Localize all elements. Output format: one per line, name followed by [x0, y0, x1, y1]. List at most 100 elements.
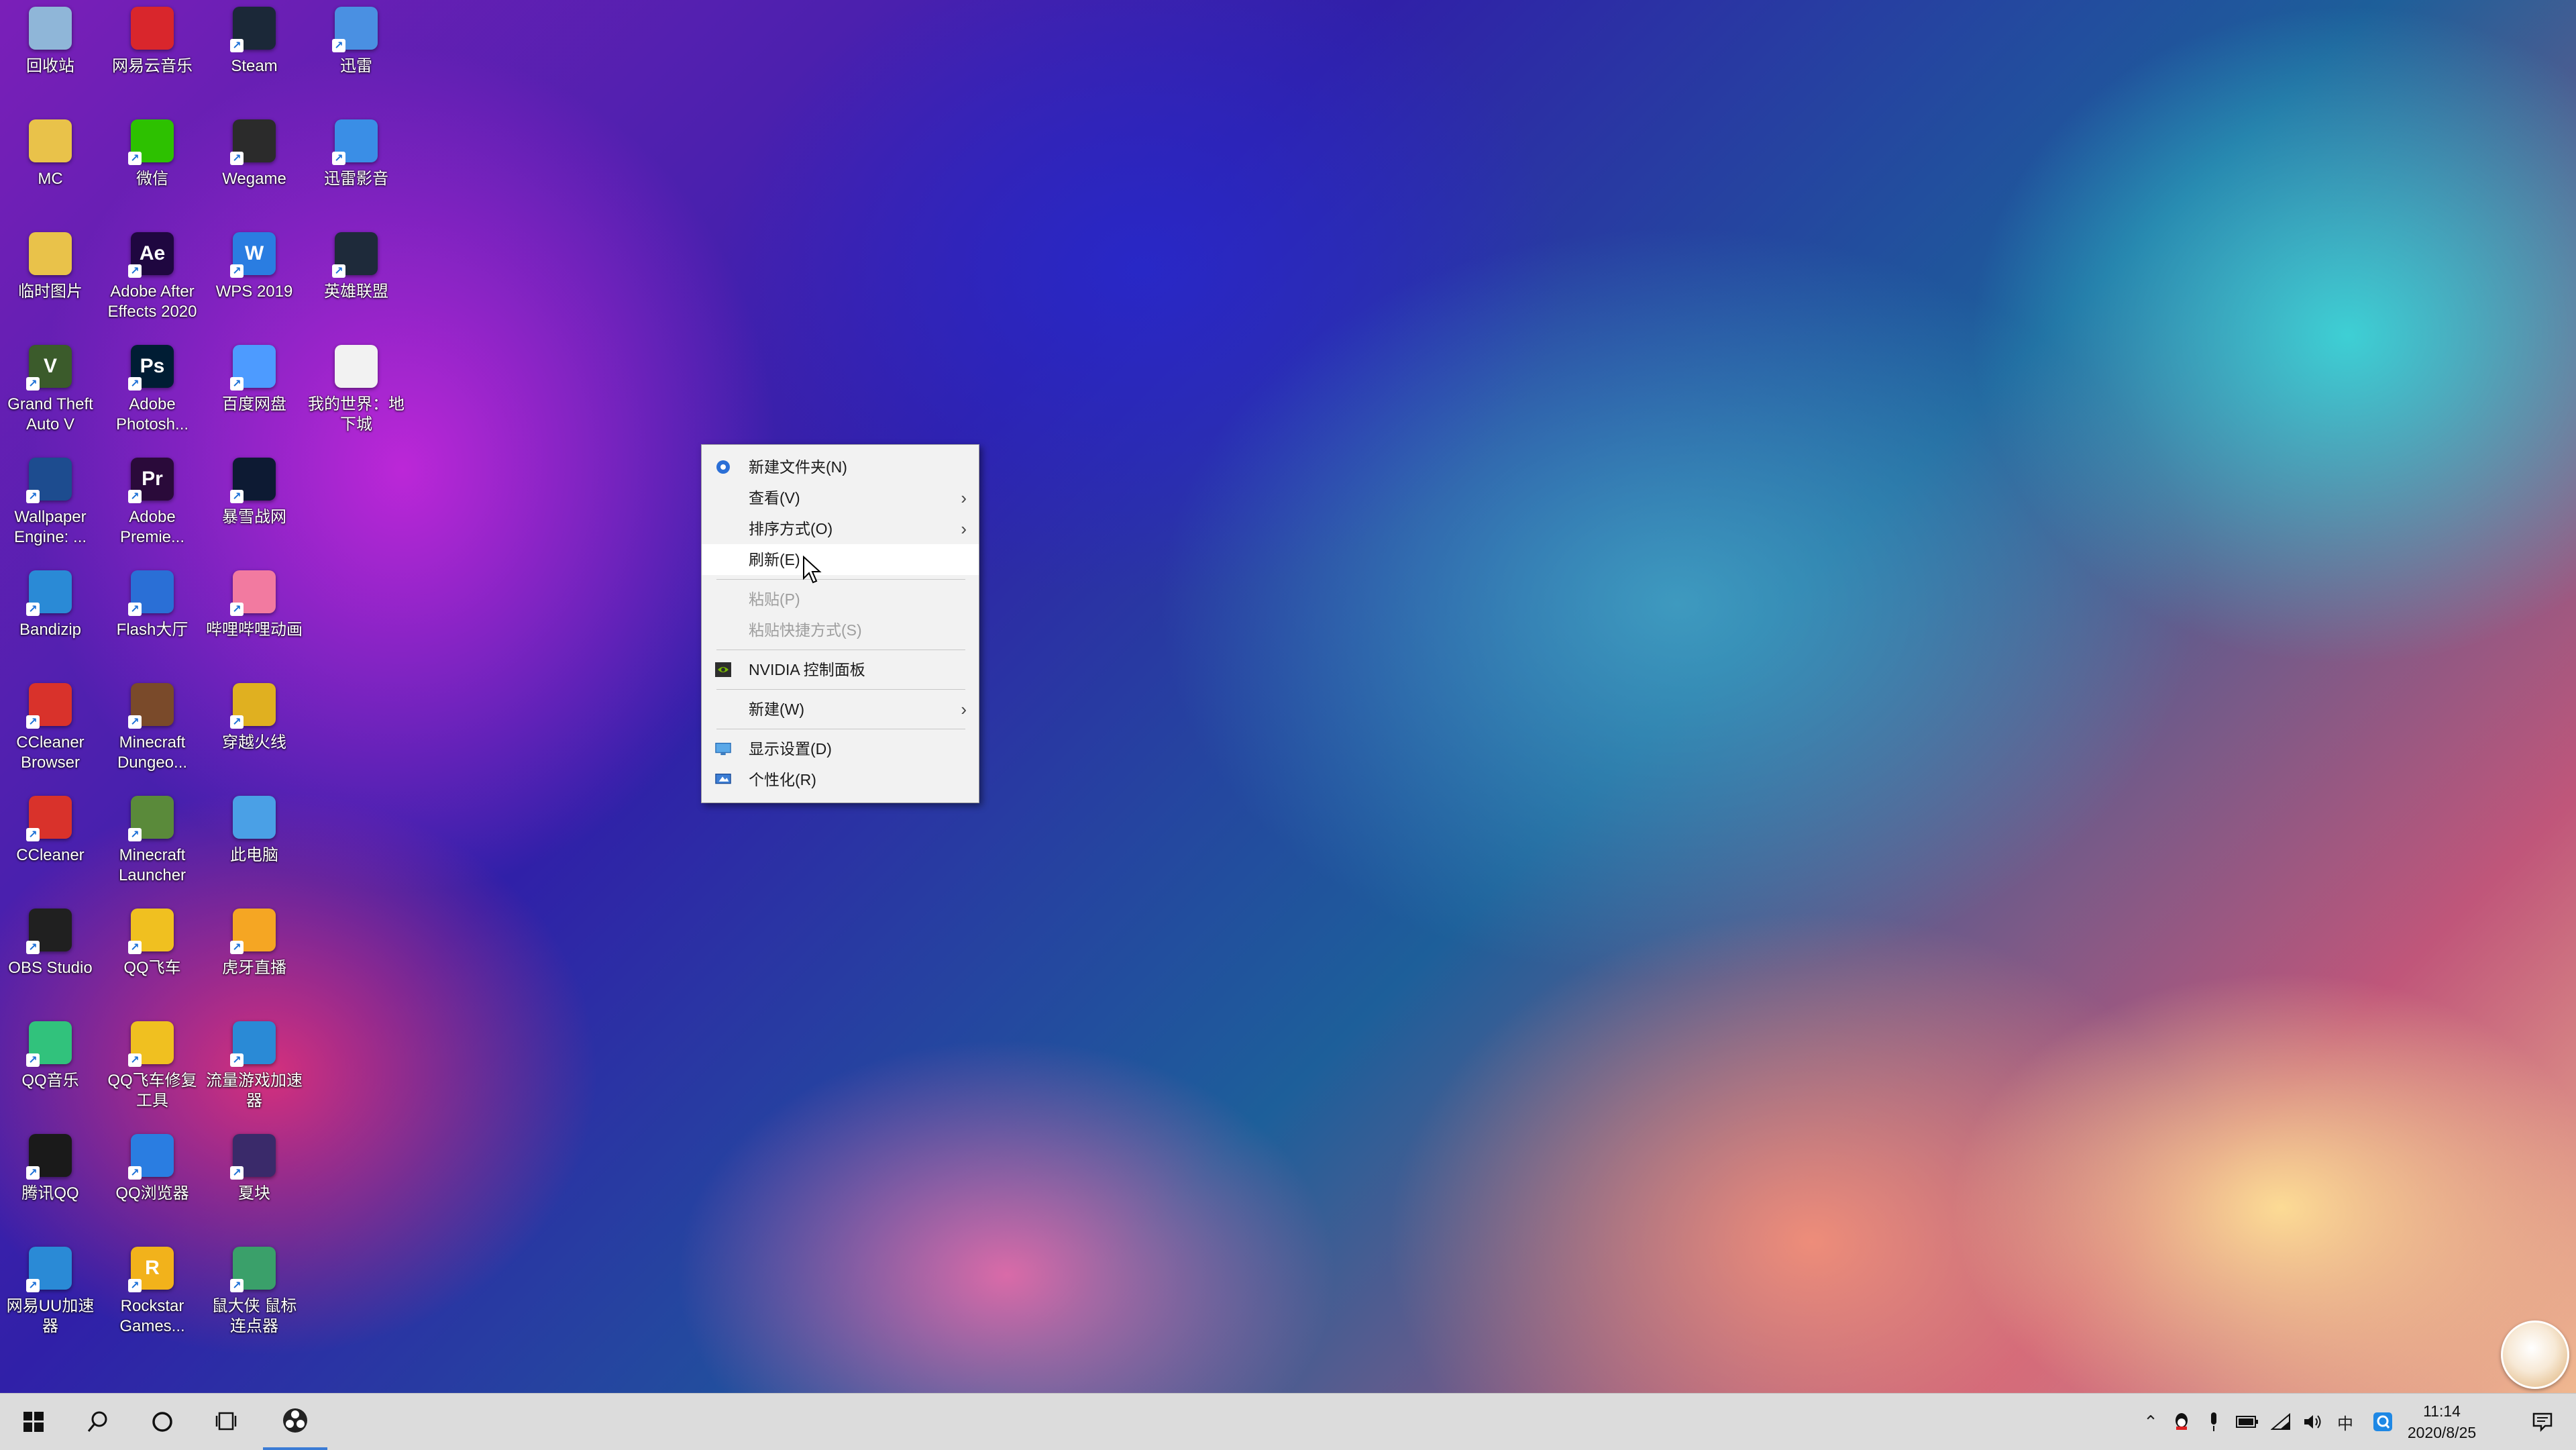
battery-icon[interactable]: [2233, 1394, 2262, 1450]
shortcut-arrow-icon: ↗: [230, 1053, 244, 1067]
desktop-icon[interactable]: ↗ QQ浏览器: [102, 1127, 203, 1240]
desktop-icon[interactable]: 回收站: [0, 0, 101, 113]
context-menu-item[interactable]: NVIDIA 控制面板: [702, 654, 979, 685]
desktop-icon[interactable]: ↗ 迅雷影音: [306, 113, 407, 225]
desktop-icon[interactable]: ↗ QQ飞车: [102, 902, 203, 1015]
shortcut-arrow-icon: ↗: [26, 1279, 40, 1292]
desktop-icon-label: 哔哩哔哩动画: [206, 621, 303, 639]
desktop-icon[interactable]: MC: [0, 113, 101, 225]
ime-icon[interactable]: 中: [2330, 1394, 2360, 1450]
desktop-icon-label: 百度网盘: [222, 395, 286, 413]
shortcut-arrow-icon: ↗: [230, 715, 244, 729]
shortcut-arrow-icon: ↗: [26, 1053, 40, 1067]
shortcut-arrow-icon: ↗: [128, 1166, 142, 1180]
wps-icon: W ↗: [230, 232, 276, 278]
desktop-icon-label: Grand Theft Auto V: [7, 395, 93, 433]
ccleaner-icon: ↗: [26, 796, 72, 841]
context-menu-item-label: NVIDIA 控制面板: [749, 661, 865, 678]
obs-icon: [283, 1408, 307, 1433]
desktop-icon[interactable]: ↗ Steam: [204, 0, 305, 113]
task-view-button[interactable]: [195, 1394, 259, 1450]
desktop-icon[interactable]: V ↗ Grand Theft Auto V: [0, 338, 101, 451]
wechat-icon: ↗: [128, 119, 174, 165]
desktop-icon[interactable]: ↗ 暴雪战网: [204, 451, 305, 564]
shortcut-arrow-icon: ↗: [128, 377, 142, 391]
cortana-button[interactable]: [130, 1394, 195, 1450]
desktop-icon[interactable]: ↗ Wallpaper Engine: ...: [0, 451, 101, 564]
shortcut-arrow-icon: ↗: [128, 603, 142, 616]
folder-icon: [29, 232, 72, 275]
context-menu-item[interactable]: 显示设置(D): [702, 733, 979, 764]
desktop-icon[interactable]: W ↗ WPS 2019: [204, 225, 305, 338]
context-menu-item[interactable]: 个性化(R): [702, 764, 979, 795]
desktop-icon[interactable]: ↗ 穿越火线: [204, 676, 305, 789]
shortcut-arrow-icon: ↗: [230, 603, 244, 616]
desktop-icon[interactable]: Pr ↗ Adobe Premie...: [102, 451, 203, 564]
shortcut-arrow-icon: ↗: [128, 941, 142, 954]
desktop-icon[interactable]: Ae ↗ Adobe After Effects 2020: [102, 225, 203, 338]
icon-glyph: W: [244, 242, 264, 264]
context-menu-item[interactable]: 刷新(E): [702, 544, 979, 575]
desktop-icon[interactable]: 我的世界：地下城: [306, 338, 407, 451]
shortcut-arrow-icon: ↗: [128, 715, 142, 729]
desktop-icon[interactable]: ↗ CCleaner: [0, 789, 101, 902]
context-menu-item: 粘贴(P): [702, 584, 979, 615]
desktop-icon[interactable]: ↗ Minecraft Launcher: [102, 789, 203, 902]
desktop-icon[interactable]: ↗ Bandizip: [0, 564, 101, 676]
desktop-icon[interactable]: 临时图片: [0, 225, 101, 338]
system-clock[interactable]: 11:14 2020/8/25: [2381, 1400, 2502, 1443]
tray-overflow-chevron[interactable]: ⌃: [2137, 1394, 2164, 1450]
desktop-icon[interactable]: ↗ 夏块: [204, 1127, 305, 1240]
desktop-icon[interactable]: ↗ 英雄联盟: [306, 225, 407, 338]
desktop-icon[interactable]: ↗ QQ飞车修复工具: [102, 1015, 203, 1127]
context-menu-item[interactable]: 新建(W) ›: [702, 694, 979, 725]
desktop-icon[interactable]: ↗ Wegame: [204, 113, 305, 225]
desktop-icon[interactable]: ↗ 腾讯QQ: [0, 1127, 101, 1240]
desktop-icon[interactable]: ↗ CCleaner Browser: [0, 676, 101, 789]
context-menu-item[interactable]: 新建文件夹(N): [702, 452, 979, 482]
clock-date: 2020/8/25: [2407, 1424, 2477, 1441]
desktop-icon-label: CCleaner Browser: [16, 733, 85, 772]
network-icon[interactable]: [2266, 1394, 2296, 1450]
qq-tray-icon[interactable]: [2168, 1394, 2195, 1450]
desktop-icon[interactable]: ↗ 哔哩哔哩动画: [204, 564, 305, 676]
floating-avatar-widget[interactable]: [2501, 1320, 2569, 1389]
start-button[interactable]: [1, 1394, 66, 1450]
chevron-right-icon: ›: [961, 488, 967, 508]
shortcut-arrow-icon: ↗: [26, 941, 40, 954]
search-button[interactable]: [66, 1394, 130, 1450]
cortana-circle-icon: [152, 1412, 172, 1432]
desktop-icon[interactable]: Ps ↗ Adobe Photosh...: [102, 338, 203, 451]
desktop-icon[interactable]: R ↗ Rockstar Games...: [102, 1240, 203, 1353]
desktop-icon[interactable]: ↗ 迅雷: [306, 0, 407, 113]
desktop-icon[interactable]: ↗ 鼠大侠 鼠标连点器: [204, 1240, 305, 1353]
context-menu-item[interactable]: 排序方式(O) ›: [702, 513, 979, 544]
desktop-icon-label: 英雄联盟: [324, 282, 388, 301]
desktop-icon[interactable]: ↗ Minecraft Dungeo...: [102, 676, 203, 789]
desktop-icon[interactable]: ↗ OBS Studio: [0, 902, 101, 1015]
desktop-icon[interactable]: ↗ 百度网盘: [204, 338, 305, 451]
minecraft-dungeons-icon: ↗: [128, 683, 174, 729]
xunlei-player-icon: ↗: [332, 119, 378, 165]
desktop-icon[interactable]: ↗ Flash大厅: [102, 564, 203, 676]
desktop-icon[interactable]: ↗ 微信: [102, 113, 203, 225]
uu-accelerator-icon: ↗: [26, 1247, 72, 1292]
icon-glyph: Ps: [140, 355, 165, 377]
desktop-icon[interactable]: ↗ 网易UU加速器: [0, 1240, 101, 1353]
desktop-icon[interactable]: ↗ QQ音乐: [0, 1015, 101, 1127]
obs-taskbar-button[interactable]: [263, 1394, 327, 1450]
desktop-icon[interactable]: 此电脑: [204, 789, 305, 902]
notification-icon[interactable]: [2522, 1394, 2563, 1450]
desktop[interactable]: 回收站 网易云音乐 ↗ Steam ↗ 迅雷 MC ↗ 微信 ↗ Wegame ↗ 迅雷影音临时图片 Ae…: [0, 0, 2576, 1393]
desktop-icon[interactable]: 网易云音乐: [102, 0, 203, 113]
desktop-icon-label: 网易UU加速器: [6, 1297, 95, 1335]
desktop-icon-label: 我的世界：地下城: [308, 395, 405, 433]
microphone-icon[interactable]: [2200, 1394, 2227, 1450]
volume-icon[interactable]: [2298, 1394, 2328, 1450]
context-menu-item[interactable]: 查看(V) ›: [702, 482, 979, 513]
desktop-icon[interactable]: ↗ 流量游戏加速器: [204, 1015, 305, 1127]
desktop-icon[interactable]: ↗ 虎牙直播: [204, 902, 305, 1015]
shortcut-arrow-icon: ↗: [230, 264, 244, 278]
desktop-icon-label: 迅雷影音: [324, 170, 388, 188]
shortcut-arrow-icon: ↗: [230, 377, 244, 391]
